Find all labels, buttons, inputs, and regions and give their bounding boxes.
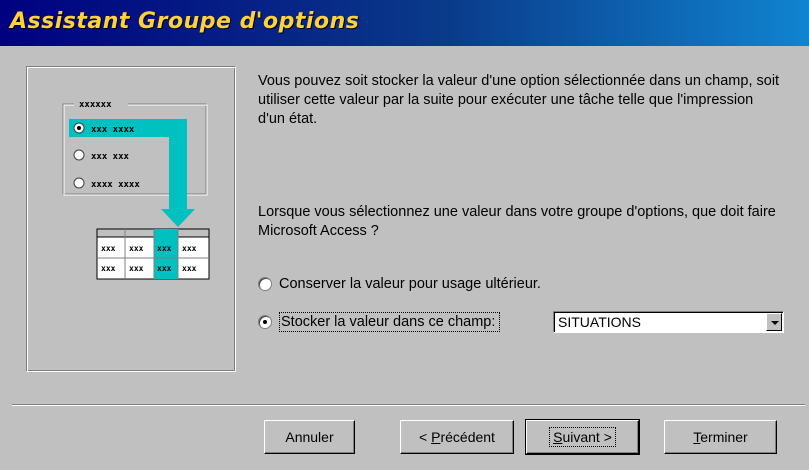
back-prefix: < (419, 429, 432, 445)
illus-cell: xxx (101, 264, 116, 273)
illus-cell: xxx (182, 264, 197, 273)
store-value-label: Stocker la valeur dans ce champ: (279, 312, 501, 332)
cancel-button[interactable]: Annuler (264, 420, 355, 454)
illus-arrow-head (161, 209, 195, 227)
next-rest: uivant > (562, 429, 612, 445)
back-rest: récédent (440, 429, 495, 445)
description-text: Vous pouvez soit stocker la valeur d'une… (258, 73, 780, 127)
illus-cell: xxx (182, 244, 197, 253)
illus-cell: xxx (101, 244, 116, 253)
cancel-button-label: Annuler (285, 429, 334, 445)
illus-group-label: xxxxxx (79, 100, 112, 110)
field-combo-box[interactable]: SITUATIONS (553, 311, 784, 333)
illus-arrow-shaft (169, 119, 187, 211)
field-combo-value: SITUATIONS (558, 314, 641, 330)
button-separator (12, 404, 805, 406)
title-bar: Assistant Groupe d'options (0, 0, 809, 46)
keep-value-radio[interactable] (258, 277, 272, 291)
illus-radio-2 (73, 149, 85, 161)
next-button[interactable]: Suivant > (525, 419, 640, 455)
finish-button[interactable]: Terminer (664, 420, 777, 454)
illus-option-3: xxxx xxxx (91, 180, 140, 190)
illus-cell: xxx (129, 244, 144, 253)
store-value-radio[interactable] (258, 315, 272, 329)
illus-option-1: xxx xxxx (91, 125, 135, 135)
finish-rest: erminer (700, 429, 748, 445)
finish-button-label: Terminer (690, 428, 750, 446)
illustration-panel: xxxxxx xxx xxxx xxx xxx xxxx xxxx xxx xx… (26, 66, 236, 372)
back-button-label: < Précédent (416, 428, 498, 446)
illus-radio-3 (73, 177, 85, 189)
option-store-value[interactable]: Stocker la valeur dans ce champ: (258, 312, 501, 332)
option-keep-value[interactable]: Conserver la valeur pour usage ultérieur… (258, 274, 541, 294)
illus-table: xxx xxx xxx xxx xxx xxx xxx xxx (96, 228, 210, 280)
illus-cell: xxx (157, 264, 172, 273)
next-button-label: Suivant > (549, 427, 616, 447)
illus-cell: xxx (157, 244, 172, 253)
keep-value-label: Conserver la valeur pour usage ultérieur… (279, 276, 541, 292)
window-title: Assistant Groupe d'options (10, 9, 360, 34)
illus-option-2: xxx xxx (91, 152, 130, 162)
back-button[interactable]: < Précédent (400, 420, 514, 454)
dropdown-arrow-icon[interactable] (766, 313, 782, 331)
option-group-illustration: xxxxxx xxx xxxx xxx xxx xxxx xxxx xxx xx… (62, 97, 210, 280)
illus-cell: xxx (129, 264, 144, 273)
question-text: Lorsque vous sélectionnez une valeur dan… (258, 204, 776, 239)
